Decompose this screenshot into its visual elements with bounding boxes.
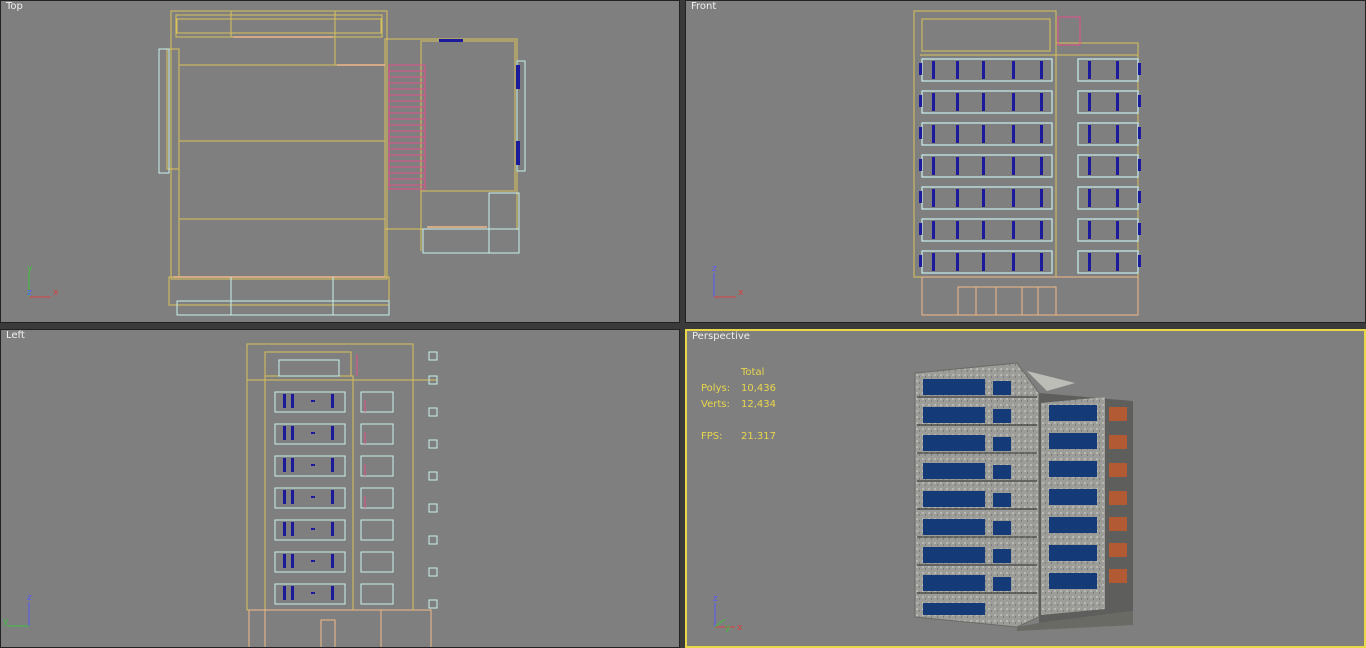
viewport-label-perspective[interactable]: Perspective: [692, 331, 750, 342]
viewport-left[interactable]: Left z y: [0, 329, 680, 648]
axis-label-y: y: [27, 264, 33, 274]
axis-label-z: z: [27, 593, 32, 603]
axis-label-z: z: [27, 288, 32, 298]
axis-tripod-top: y x z: [27, 264, 59, 298]
axis-label-x: x: [738, 288, 744, 298]
viewport-label-left[interactable]: Left: [6, 330, 25, 341]
viewport-top[interactable]: Top y x z: [0, 0, 680, 323]
verts-label: Verts:: [701, 399, 730, 410]
axis-label-x: x: [737, 623, 743, 633]
statistics-overlay: Total Polys: 10,436 Verts: 12,434 FPS: 21.3…: [701, 365, 801, 445]
stats-header: Total: [741, 367, 765, 378]
fps-value: 21.317: [741, 431, 776, 442]
axis-label-z: z: [713, 594, 718, 604]
polys-label: Polys:: [701, 383, 731, 394]
viewport-label-front[interactable]: Front: [691, 1, 716, 12]
axis-tripod-front: z x: [712, 264, 744, 298]
viewport-front[interactable]: Front z x: [685, 0, 1366, 323]
axis-label-x: x: [53, 288, 59, 298]
fps-label: FPS:: [701, 431, 723, 442]
polys-value: 10,436: [741, 383, 776, 394]
viewport-perspective[interactable]: Perspective Total Polys: 10,436 Verts: 12,…: [685, 329, 1366, 648]
verts-value: 12,434: [741, 399, 776, 410]
viewport-label-top[interactable]: Top: [6, 1, 23, 12]
axis-tripod-left: z y: [3, 593, 32, 627]
axis-label-y: y: [725, 623, 731, 633]
axis-label-z: z: [712, 264, 717, 274]
axis-label-y: y: [3, 617, 9, 627]
